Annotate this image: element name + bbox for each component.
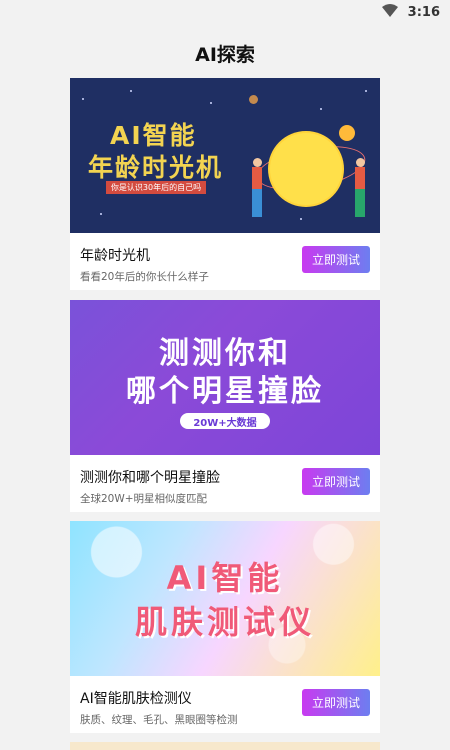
card-info: AI智能肌肤检测仪 肤质、纹理、毛孔、黑眼圈等检测 立即测试 [70,676,380,733]
card-title: 测测你和哪个明星撞脸 [80,470,220,486]
card-celebrity-match[interactable]: 测测你和 哪个明星撞脸 20W+大数据 测测你和哪个明星撞脸 全球20W+明星相… [70,300,380,512]
moon-icon [339,125,355,141]
banner-line2: 肌肤测试仪 [134,603,315,641]
status-bar: 3:16 [0,0,450,24]
banner-line2: 哪个明星撞脸 [126,374,324,409]
card-title: AI智能肌肤检测仪 [80,691,192,707]
person-right-icon [353,158,367,218]
card-subtitle: 看看20年后的你长什么样子 [80,271,209,283]
banner-age-machine[interactable]: AI智能 年龄时光机 你是认识30年后的自己吗 [70,78,380,233]
banner-line2: 年龄时光机 [88,153,224,182]
start-test-button[interactable]: 立即测试 [302,468,370,495]
card-subtitle: 肤质、纹理、毛孔、黑眼圈等检测 [80,714,238,726]
start-test-button[interactable]: 立即测试 [302,689,370,716]
wifi-icon [381,3,398,21]
start-test-button[interactable]: 立即测试 [302,246,370,273]
sun-icon [270,133,342,205]
banner-tag: 20W+大数据 [180,413,270,429]
planet-small-icon [249,95,258,104]
banner-skin-test[interactable]: AI智能 肌肤测试仪 [70,521,380,676]
card-info: 年龄时光机 看看20年后的你长什么样子 立即测试 [70,233,380,290]
card-title: 年龄时光机 [80,248,150,264]
page-title: AI探索 [195,44,255,66]
card-subtitle: 全球20W+明星相似度匹配 [80,493,208,505]
person-left-icon [250,158,264,218]
card-skin-test[interactable]: AI智能 肌肤测试仪 AI智能肌肤检测仪 肤质、纹理、毛孔、黑眼圈等检测 立即测… [70,521,380,733]
banner-celebrity-match[interactable]: 测测你和 哪个明星撞脸 20W+大数据 [70,300,380,455]
next-card-peek[interactable] [70,742,380,750]
status-time: 3:16 [407,4,440,20]
card-age-machine[interactable]: AI智能 年龄时光机 你是认识30年后的自己吗 年龄时光机 看看20年后的你长什… [70,78,380,290]
card-info: 测测你和哪个明星撞脸 全球20W+明星相似度匹配 立即测试 [70,455,380,512]
banner-tag: 你是认识30年后的自己吗 [106,181,206,194]
banner-line1: AI智能 [166,559,284,597]
banner-line1: AI智能 [110,121,197,150]
